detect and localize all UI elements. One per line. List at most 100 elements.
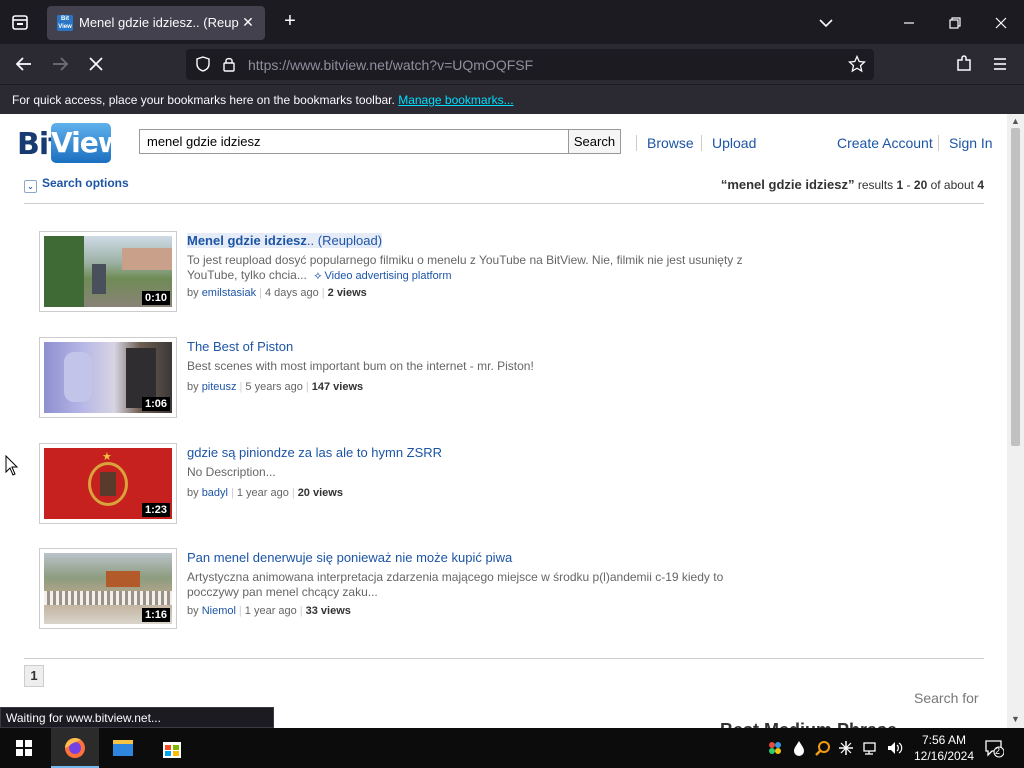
clock[interactable]: 7:56 AM 12/16/2024 (904, 732, 984, 764)
padlock-icon[interactable] (220, 55, 238, 73)
bookmarks-toolbar: For quick access, place your bookmarks h… (0, 84, 1024, 114)
volume-icon[interactable] (886, 740, 904, 759)
ad-tag[interactable]: ⟡ Video advertising platform (314, 270, 451, 282)
video-duration: 0:10 (141, 291, 170, 305)
video-title-rest: .. (Reupload) (306, 233, 383, 248)
by-label: by (187, 487, 199, 499)
pagination-page-current[interactable]: 1 (24, 665, 44, 687)
navigation-toolbar: https://www.bitview.net/watch?v=UQmOQFSF (0, 44, 1024, 84)
scroll-up-arrow-icon[interactable]: ▲ (1010, 116, 1021, 127)
view-count: 2 views (327, 287, 367, 299)
network-icon[interactable] (862, 740, 880, 759)
bookmarks-message: For quick access, place your bookmarks h… (12, 93, 514, 107)
restore-icon[interactable] (944, 12, 966, 34)
ad-tag-label: Video advertising platform (324, 270, 452, 282)
video-description: Artystyczna animowana interpretacja zdar… (187, 570, 724, 599)
back-arrow-icon[interactable] (12, 52, 36, 76)
search-input[interactable]: menel gdzie idziesz (139, 129, 570, 154)
minimize-icon[interactable] (898, 12, 920, 34)
video-description: Best scenes with most important bum on t… (187, 359, 534, 373)
summary-query: “menel gdzie idziesz” (720, 177, 855, 192)
new-tab-plus-icon[interactable]: + (280, 11, 300, 33)
forward-arrow-icon[interactable] (48, 52, 72, 76)
search-options-toggle[interactable]: ⌄ Search options (24, 176, 129, 193)
video-thumbnail[interactable]: ★ 1:23 (39, 443, 177, 524)
video-meta: by piteusz | 5 years ago | 147 views (187, 381, 364, 393)
bookmarks-message-text: For quick access, place your bookmarks h… (12, 93, 395, 107)
microsoft-store-icon[interactable] (148, 728, 196, 768)
by-label: by (187, 287, 199, 299)
summary-from: 1 (896, 178, 904, 192)
create-account-link[interactable]: Create Account (837, 135, 933, 151)
tray-drop-icon[interactable] (792, 740, 806, 759)
divider (24, 658, 984, 659)
upload-age: 5 years ago (245, 381, 303, 393)
firefox-view-icon[interactable] (8, 10, 32, 34)
view-count: 33 views (305, 605, 351, 617)
summary-of-about: of about (930, 178, 974, 192)
upload-age: 1 year ago (244, 605, 297, 617)
result-summary: “menel gdzie idziesz” results 1 - 20 of … (721, 177, 984, 192)
uploader-link[interactable]: Niemol (202, 605, 236, 617)
video-description: To jest reupload dosyć popularnego filmi… (187, 253, 747, 284)
video-title-link[interactable]: Menel gdzie idziesz.. (Reupload) (187, 233, 383, 248)
video-title-link[interactable]: gdzie są piniondze za las ale to hymn ZS… (187, 445, 442, 460)
video-title-main: Menel gdzie idziesz (187, 233, 307, 248)
status-panel: Waiting for www.bitview.net... (0, 707, 274, 728)
tab-title: Menel gdzie idziesz.. (Reupload) (79, 15, 239, 30)
video-title-link[interactable]: The Best of Piston (187, 339, 293, 354)
hamburger-menu-icon[interactable] (988, 52, 1012, 76)
upload-age: 1 year ago (236, 487, 289, 499)
view-count: 20 views (297, 487, 343, 499)
tab-active[interactable]: Bit View Menel gdzie idziesz.. (Reupload… (47, 6, 265, 40)
search-for-heading: Search for (914, 690, 979, 706)
manage-bookmarks-link[interactable]: Manage bookmarks... (398, 93, 513, 107)
windows-taskbar: 7:56 AM 12/16/2024 2 (0, 728, 1024, 768)
stop-loading-icon[interactable] (84, 52, 108, 76)
video-meta: by badyl | 1 year ago | 20 views (187, 487, 343, 499)
by-label: by (187, 605, 199, 617)
video-thumbnail[interactable]: 1:16 (39, 548, 177, 629)
tab-bar: Bit View Menel gdzie idziesz.. (Reupload… (0, 0, 1024, 44)
search-button[interactable]: Search (568, 129, 621, 154)
uploader-link[interactable]: emilstasiak (202, 287, 256, 299)
summary-results-word: results (857, 178, 894, 192)
sign-in-link[interactable]: Sign In (949, 135, 993, 151)
scrollbar-thumb[interactable] (1011, 128, 1020, 446)
video-duration: 1:06 (141, 397, 170, 411)
extensions-puzzle-icon[interactable] (952, 52, 976, 76)
browse-link[interactable]: Browse (647, 135, 694, 151)
logo-view-text: View (51, 123, 124, 163)
clock-date: 12/16/2024 (913, 749, 975, 763)
file-explorer-icon[interactable] (99, 728, 147, 768)
search-options-label: Search options (42, 176, 129, 190)
bookmark-star-icon[interactable] (847, 54, 867, 73)
firefox-taskbar-icon[interactable] (51, 728, 99, 768)
bitview-logo[interactable]: Bit View (17, 121, 124, 165)
video-meta: by Niemol | 1 year ago | 33 views (187, 605, 351, 617)
video-thumbnail[interactable]: 0:10 (39, 231, 177, 312)
tracking-protection-shield-icon[interactable] (194, 55, 212, 73)
video-duration: 1:16 (141, 608, 170, 622)
start-windows-icon[interactable] (0, 728, 48, 768)
video-title-link[interactable]: Pan menel denerwuje się ponieważ nie moż… (187, 550, 512, 565)
scroll-down-arrow-icon[interactable]: ▼ (1010, 714, 1021, 725)
mouse-cursor-icon (5, 454, 19, 477)
address-bar[interactable]: https://www.bitview.net/watch?v=UQmOQFSF (186, 49, 874, 80)
expand-chevron-icon: ⌄ (24, 180, 37, 193)
tab-close-icon[interactable]: ✕ (239, 13, 257, 31)
uploader-link[interactable]: badyl (202, 487, 228, 499)
summary-dash: - (906, 178, 911, 192)
notifications-icon[interactable]: 2 (984, 738, 1005, 758)
list-all-tabs-chevron-icon[interactable] (815, 12, 837, 34)
status-text: Waiting for www.bitview.net... (6, 711, 161, 725)
page-scrollbar[interactable]: ▲ ▼ (1007, 114, 1024, 728)
tray-sparkle-icon[interactable] (838, 740, 854, 759)
uploader-link[interactable]: piteusz (202, 381, 237, 393)
video-result: 1:06 The Best of Piston Best scenes with… (39, 337, 779, 419)
upload-link[interactable]: Upload (712, 135, 756, 151)
tray-app-icon[interactable] (766, 740, 784, 759)
close-window-icon[interactable] (990, 12, 1012, 34)
tray-search-icon[interactable] (815, 740, 831, 759)
video-thumbnail[interactable]: 1:06 (39, 337, 177, 418)
